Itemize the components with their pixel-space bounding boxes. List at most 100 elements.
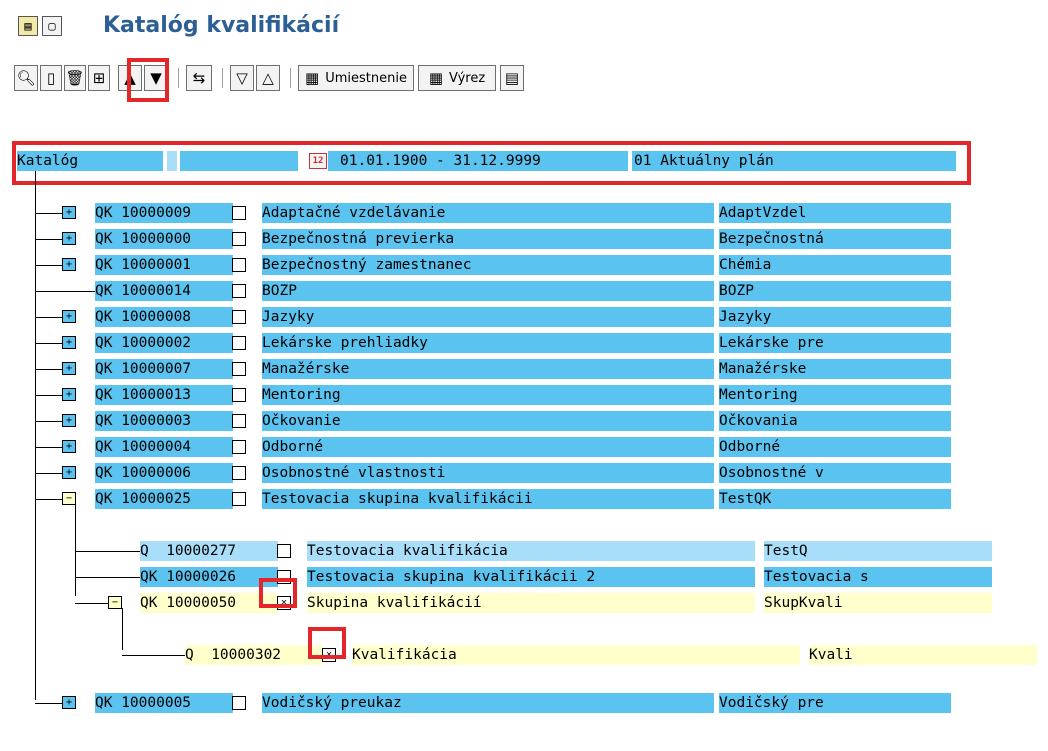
tree-node-short[interactable]: Odborné [719,437,951,457]
delete-button[interactable]: 🗑︎ [64,65,86,91]
tree-node-code[interactable]: QK 10000014 [95,281,233,301]
tree-node-checkbox[interactable] [232,336,246,350]
tree-node-code[interactable]: QK 10000026 [140,567,278,587]
tree-node-name[interactable]: Skupina kvalifikácií [307,593,755,613]
date-range[interactable]: 01.01.1900 - 31.12.9999 [328,151,628,171]
tree-node-short[interactable]: Mentoring [719,385,951,405]
tree-node-checkbox[interactable] [277,544,291,558]
tree-node-short[interactable]: Chémia [719,255,951,275]
tree-node-checkbox[interactable] [232,492,246,506]
tree-node-name[interactable]: Vodičský preukaz [262,693,714,713]
tree-connector [35,291,95,292]
tree-node-name[interactable]: Mentoring [262,385,714,405]
tree-node-short[interactable]: SkupKvali [764,593,992,613]
tree-node-name[interactable]: Kvalifikácia [352,645,800,665]
tree-node-checkbox[interactable] [232,310,246,324]
tree-node-name[interactable]: Manažérske [262,359,714,379]
create-button[interactable]: ▯ [40,65,62,91]
tree-node-name[interactable]: Testovacia kvalifikácia [307,541,755,561]
move-up-button[interactable]: ▲ [118,65,142,91]
expand-node-icon[interactable]: + [62,362,76,375]
tree-node-short[interactable]: Jazyky [719,307,951,327]
tree-node-code[interactable]: QK 10000001 [95,255,233,275]
tree-node-code[interactable]: QK 10000000 [95,229,233,249]
tree-node-short[interactable]: AdaptVzdel [719,203,951,223]
tree-node-short[interactable]: TestQ [764,541,992,561]
tree-node-short[interactable]: Očkovania [719,411,951,431]
tree-node-checkbox[interactable] [232,232,246,246]
tree-node-name[interactable]: Jazyky [262,307,714,327]
move-down-button[interactable]: ▼ [144,65,168,91]
expand-node-icon[interactable]: + [62,232,76,245]
tree-node-short[interactable]: Vodičský pre [719,693,951,713]
tree-node-name[interactable]: Bezpečnostný zamestnanec [262,255,714,275]
transfer-button[interactable]: ⇆ [186,65,212,91]
calendar-icon[interactable]: 12 [309,153,327,169]
tree-node-checkbox[interactable] [232,206,246,220]
tree-node-checkbox[interactable] [232,696,246,710]
tree-node-short[interactable]: Bezpečnostná [719,229,951,249]
tree-node-short[interactable]: BOZP [719,281,951,301]
tree-node-short[interactable]: Osobnostné v [719,463,951,483]
tree-node-checkbox[interactable] [232,414,246,428]
find-button[interactable]: 🔍︎ [14,65,38,91]
tree-node-checkbox[interactable]: ✕ [322,648,336,662]
expand-all-button[interactable]: ▽ [230,65,254,91]
tree-node-short[interactable]: TestQK [719,489,951,509]
catalog-label-cell[interactable]: Katalóg [17,151,163,171]
tree-node-checkbox[interactable] [232,362,246,376]
tree-node-short[interactable]: Testovacia s [764,567,992,587]
collapse-all-button[interactable]: △ [256,65,280,91]
tree-node-code[interactable]: Q 10000302 [185,645,323,665]
expand-node-icon[interactable]: + [62,440,76,453]
tree-node-checkbox[interactable] [232,258,246,272]
tree-node-name[interactable]: Lekárske prehliadky [262,333,714,353]
tree-node-checkbox[interactable]: ✕ [277,596,291,610]
tree-node-code[interactable]: QK 10000004 [95,437,233,457]
tree-node-code[interactable]: QK 10000009 [95,203,233,223]
tree-node-code[interactable]: QK 10000013 [95,385,233,405]
tree-node-code[interactable]: QK 10000002 [95,333,233,353]
menu-icon[interactable]: ▤ [18,16,38,36]
expand-node-icon[interactable]: + [62,206,76,219]
tree-node-code[interactable]: QK 10000005 [95,693,233,713]
tree-node-code[interactable]: QK 10000008 [95,307,233,327]
tree-node-short[interactable]: Kvali [809,645,1037,665]
tree-node-code[interactable]: QK 10000025 [95,489,233,509]
tree-node-checkbox[interactable] [277,570,291,584]
tree-node-code[interactable]: QK 10000050 [140,593,278,613]
collapse-node-icon[interactable]: − [62,492,76,505]
expand-subtree-button[interactable]: ⊞ [88,65,110,91]
expand-node-icon[interactable]: + [62,310,76,323]
tree-node-name[interactable]: Testovacia skupina kvalifikácii 2 [307,567,755,587]
tree-node-code[interactable]: Q 10000277 [140,541,278,561]
expand-node-icon[interactable]: + [62,696,76,709]
tree-node-name[interactable]: Adaptačné vzdelávanie [262,203,714,223]
expand-node-icon[interactable]: + [62,414,76,427]
plan-version[interactable]: 01 Aktuálny plán [632,151,956,171]
cut-button[interactable]: ▦ Výrez [418,65,496,91]
tree-node-code[interactable]: QK 10000007 [95,359,233,379]
tree-node-checkbox[interactable] [232,388,246,402]
tree-node-code[interactable]: QK 10000003 [95,411,233,431]
tree-node-name[interactable]: Odborné [262,437,714,457]
expand-node-icon[interactable]: + [62,466,76,479]
tree-node-short[interactable]: Manažérske [719,359,951,379]
tree-node-checkbox[interactable] [232,440,246,454]
tree-node-code[interactable]: QK 10000006 [95,463,233,483]
tree-node-name[interactable]: Bezpečnostná previerka [262,229,714,249]
tree-node-name[interactable]: Očkovanie [262,411,714,431]
tree-node-checkbox[interactable] [232,466,246,480]
tree-node-short[interactable]: Lekárske pre [719,333,951,353]
placement-button[interactable]: ▦ Umiestnenie [298,65,414,91]
collapse-node-icon[interactable]: − [108,596,122,609]
list-button[interactable]: ▤ [500,65,524,91]
display-icon[interactable]: ▢ [42,16,62,36]
expand-node-icon[interactable]: + [62,336,76,349]
tree-node-name[interactable]: BOZP [262,281,714,301]
tree-node-checkbox[interactable] [232,284,246,298]
expand-node-icon[interactable]: + [62,258,76,271]
tree-node-name[interactable]: Osobnostné vlastnosti [262,463,714,483]
expand-node-icon[interactable]: + [62,388,76,401]
tree-node-name[interactable]: Testovacia skupina kvalifikácii [262,489,714,509]
